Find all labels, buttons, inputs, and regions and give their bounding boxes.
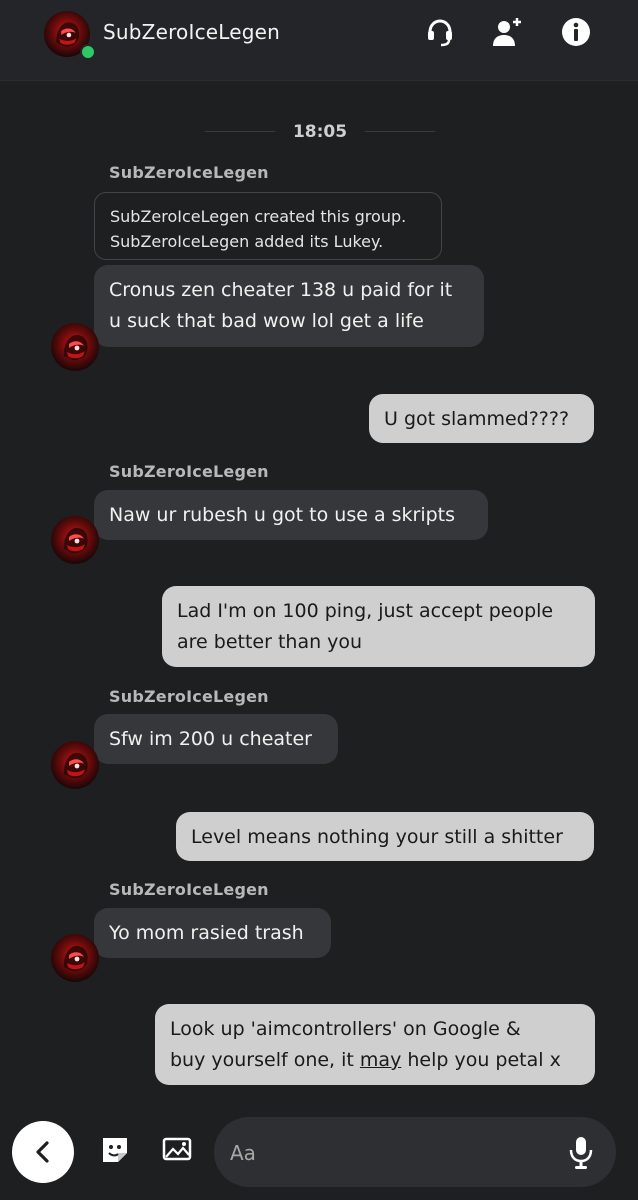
message-input[interactable] xyxy=(228,1135,552,1171)
system-line: SubZeroIceLegen created this group. xyxy=(110,207,407,226)
outgoing-message[interactable]: U got slammed???? xyxy=(369,394,594,443)
sender-avatar[interactable] xyxy=(50,515,100,565)
mic-icon[interactable] xyxy=(564,1134,598,1170)
sender-avatar[interactable] xyxy=(50,933,100,983)
message-line: Lad I'm on 100 ping, just accept people xyxy=(177,600,554,622)
outgoing-message[interactable]: Lad I'm on 100 ping, just accept people … xyxy=(162,586,595,667)
message-line: Naw ur rubesh u got to use a skripts xyxy=(109,504,456,526)
message-line: Level means nothing your still a shitter xyxy=(191,826,563,848)
system-line: SubZeroIceLegen added its Lukey. xyxy=(110,232,384,251)
message-input-container xyxy=(214,1117,616,1187)
system-notice: SubZeroIceLegen created this group. SubZ… xyxy=(94,192,442,260)
timestamp-separator: 18:05 xyxy=(205,122,435,144)
message-line: u suck that bad wow lol get a life xyxy=(109,310,424,332)
message-line: U got slammed???? xyxy=(384,408,570,430)
info-icon[interactable] xyxy=(558,14,594,50)
message-line: Look up 'aimcontrollers' on Google & xyxy=(170,1018,521,1040)
sender-avatar[interactable] xyxy=(50,740,100,790)
timestamp: 18:05 xyxy=(292,122,348,142)
sender-name: SubZeroIceLegen xyxy=(109,687,269,706)
message-line: are better than you xyxy=(177,631,363,653)
sender-name: SubZeroIceLegen xyxy=(109,880,269,899)
sender-name: SubZeroIceLegen xyxy=(109,163,269,182)
message-line: Sfw im 200 u cheater xyxy=(109,728,312,750)
headset-icon[interactable] xyxy=(422,14,458,50)
online-status-indicator xyxy=(80,44,96,60)
message-line: Cronus zen cheater 138 u paid for it xyxy=(109,279,453,301)
chat-header: SubZeroIceLegen xyxy=(0,0,638,81)
separator-line xyxy=(365,131,435,132)
incoming-message[interactable]: Naw ur rubesh u got to use a skripts xyxy=(94,490,488,540)
message-line: buy yourself one, it may help you petal … xyxy=(170,1049,561,1071)
outgoing-message[interactable]: Look up 'aimcontrollers' on Google & buy… xyxy=(155,1004,595,1085)
add-user-icon[interactable] xyxy=(488,14,524,50)
sender-avatar[interactable] xyxy=(50,322,100,372)
incoming-message[interactable]: Cronus zen cheater 138 u paid for it u s… xyxy=(94,265,484,347)
incoming-message[interactable]: Sfw im 200 u cheater xyxy=(94,714,338,764)
image-icon[interactable] xyxy=(160,1133,194,1167)
sticker-icon[interactable] xyxy=(98,1133,132,1167)
message-line: Yo mom rasied trash xyxy=(109,922,304,944)
chat-title[interactable]: SubZeroIceLegen xyxy=(103,20,280,44)
back-icon xyxy=(36,1141,49,1163)
sender-name: SubZeroIceLegen xyxy=(109,462,269,481)
incoming-message[interactable]: Yo mom rasied trash xyxy=(94,908,331,958)
outgoing-message[interactable]: Level means nothing your still a shitter xyxy=(176,812,594,861)
back-button[interactable] xyxy=(12,1121,74,1183)
